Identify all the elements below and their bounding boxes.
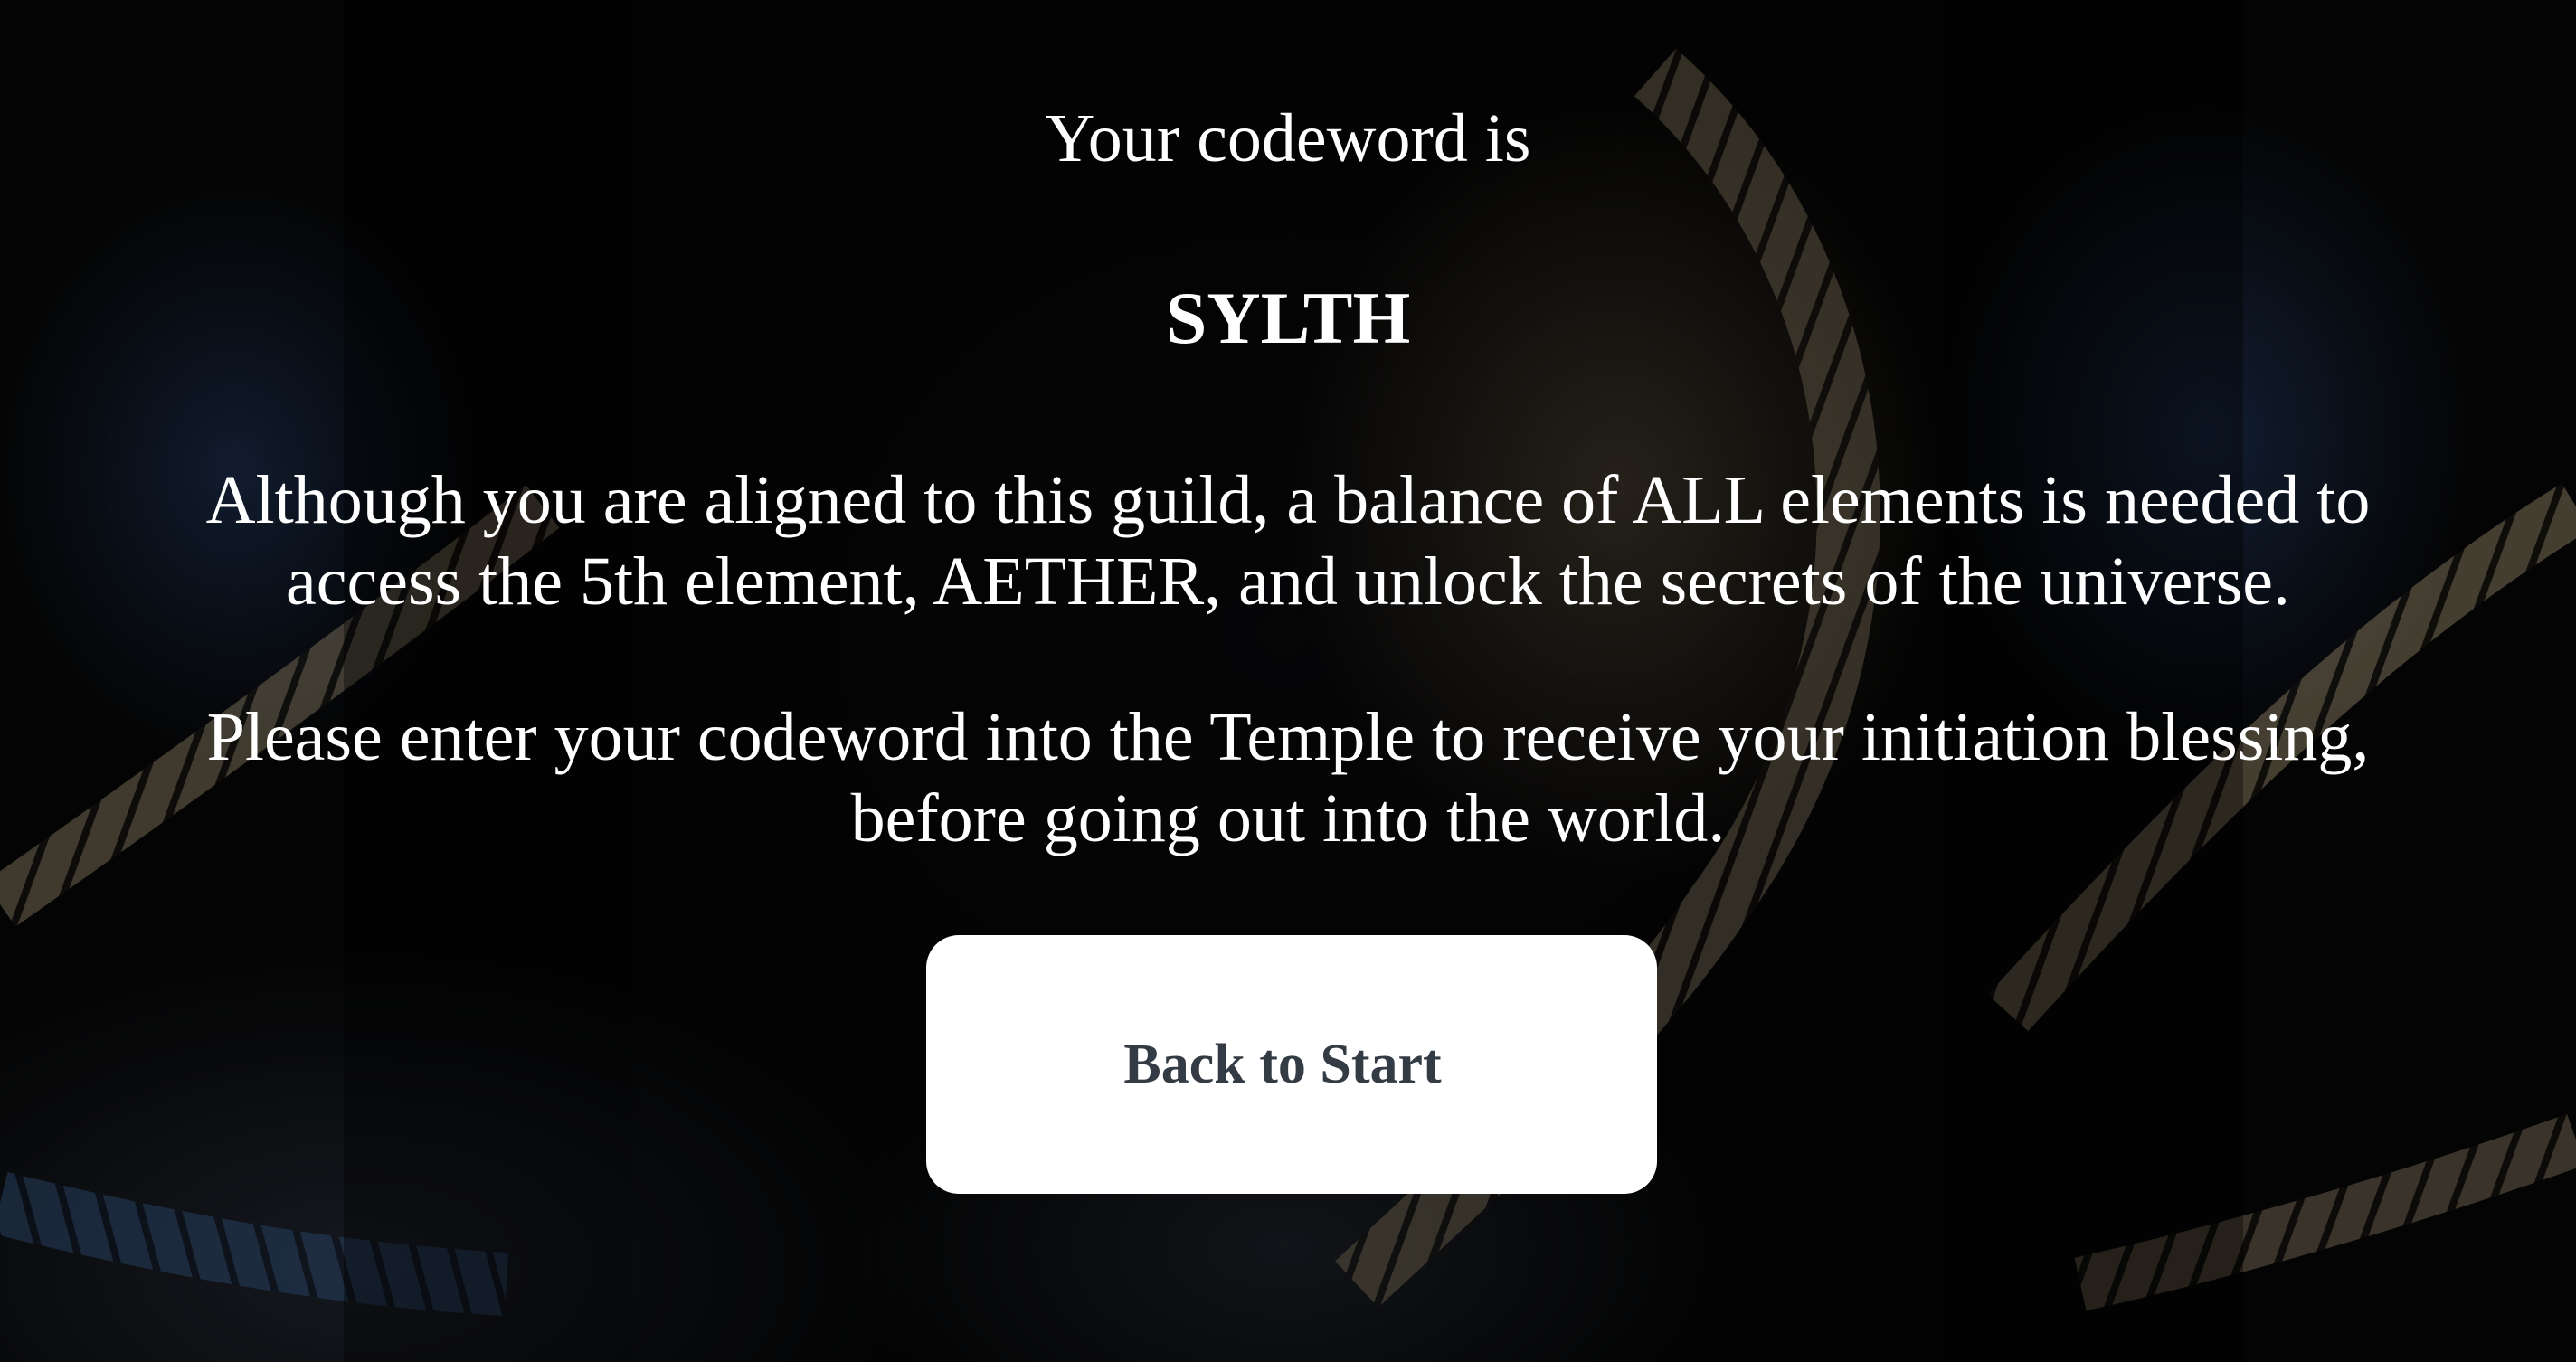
temple-instructions-text: Please enter your codeword into the Temp… — [206, 699, 2370, 856]
codeword-intro: Your codeword is — [1045, 100, 1531, 176]
result-page: Your codeword is SYLTH Although you are … — [0, 0, 2576, 1362]
codeword-value: SYLTH — [1165, 277, 1411, 359]
guild-alignment-text: Although you are aligned to this guild, … — [205, 462, 2371, 620]
back-to-start-label: Back to Start — [1123, 1033, 1442, 1095]
back-to-start-button[interactable]: Back to Start — [926, 935, 1657, 1194]
